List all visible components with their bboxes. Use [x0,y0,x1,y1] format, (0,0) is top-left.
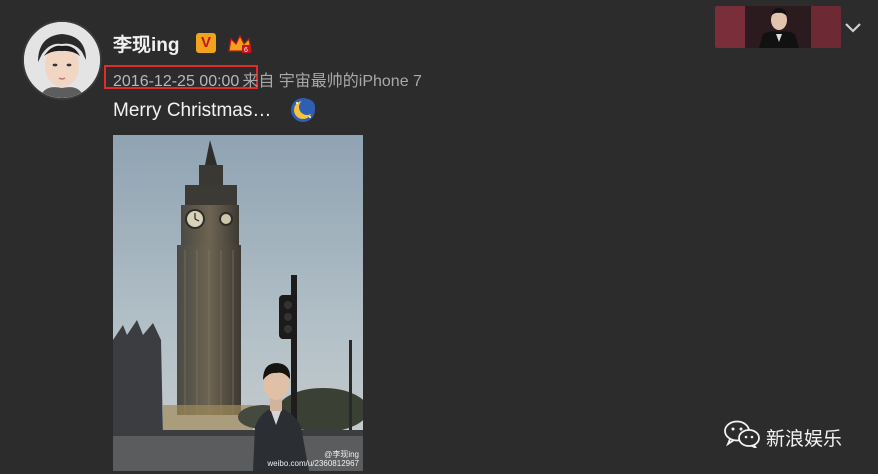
post-source: 来自 宇宙最帅的iPhone 7 [242,73,422,90]
banner-image [715,6,841,48]
username[interactable]: 李现ing [113,30,180,57]
brand-name: 新浪娱乐 [766,428,843,450]
vip-crown-icon[interactable]: 6 [227,32,253,54]
moon-icon [291,98,315,122]
chevron-down-icon[interactable] [843,20,863,34]
profile-banner-thumbnail[interactable] [715,6,841,48]
avatar-image [24,22,100,98]
post-meta: 2016-12-25 00:00 来自 宇宙最帅的iPhone 7 [113,67,422,91]
avatar[interactable] [22,20,102,100]
big-ben-photo [113,135,363,471]
verified-badge-icon: V [196,33,216,53]
watermark-url: weibo.com/u/2360812967 [267,459,359,468]
svg-text:6: 6 [244,47,248,54]
post-text: Merry Christmas… [113,100,272,121]
image-watermark: @李现ing weibo.com/u/2360812967 [267,450,359,468]
post-timestamp[interactable]: 2016-12-25 00:00 [113,73,239,90]
wechat-icon [724,420,760,448]
watermark-handle: @李现ing [324,450,359,459]
post-image[interactable]: @李现ing weibo.com/u/2360812967 [113,135,363,471]
weibo-post: 李现ing V 6 2016-12-25 00:00 来自 宇宙最帅的iPhone… [0,0,878,474]
